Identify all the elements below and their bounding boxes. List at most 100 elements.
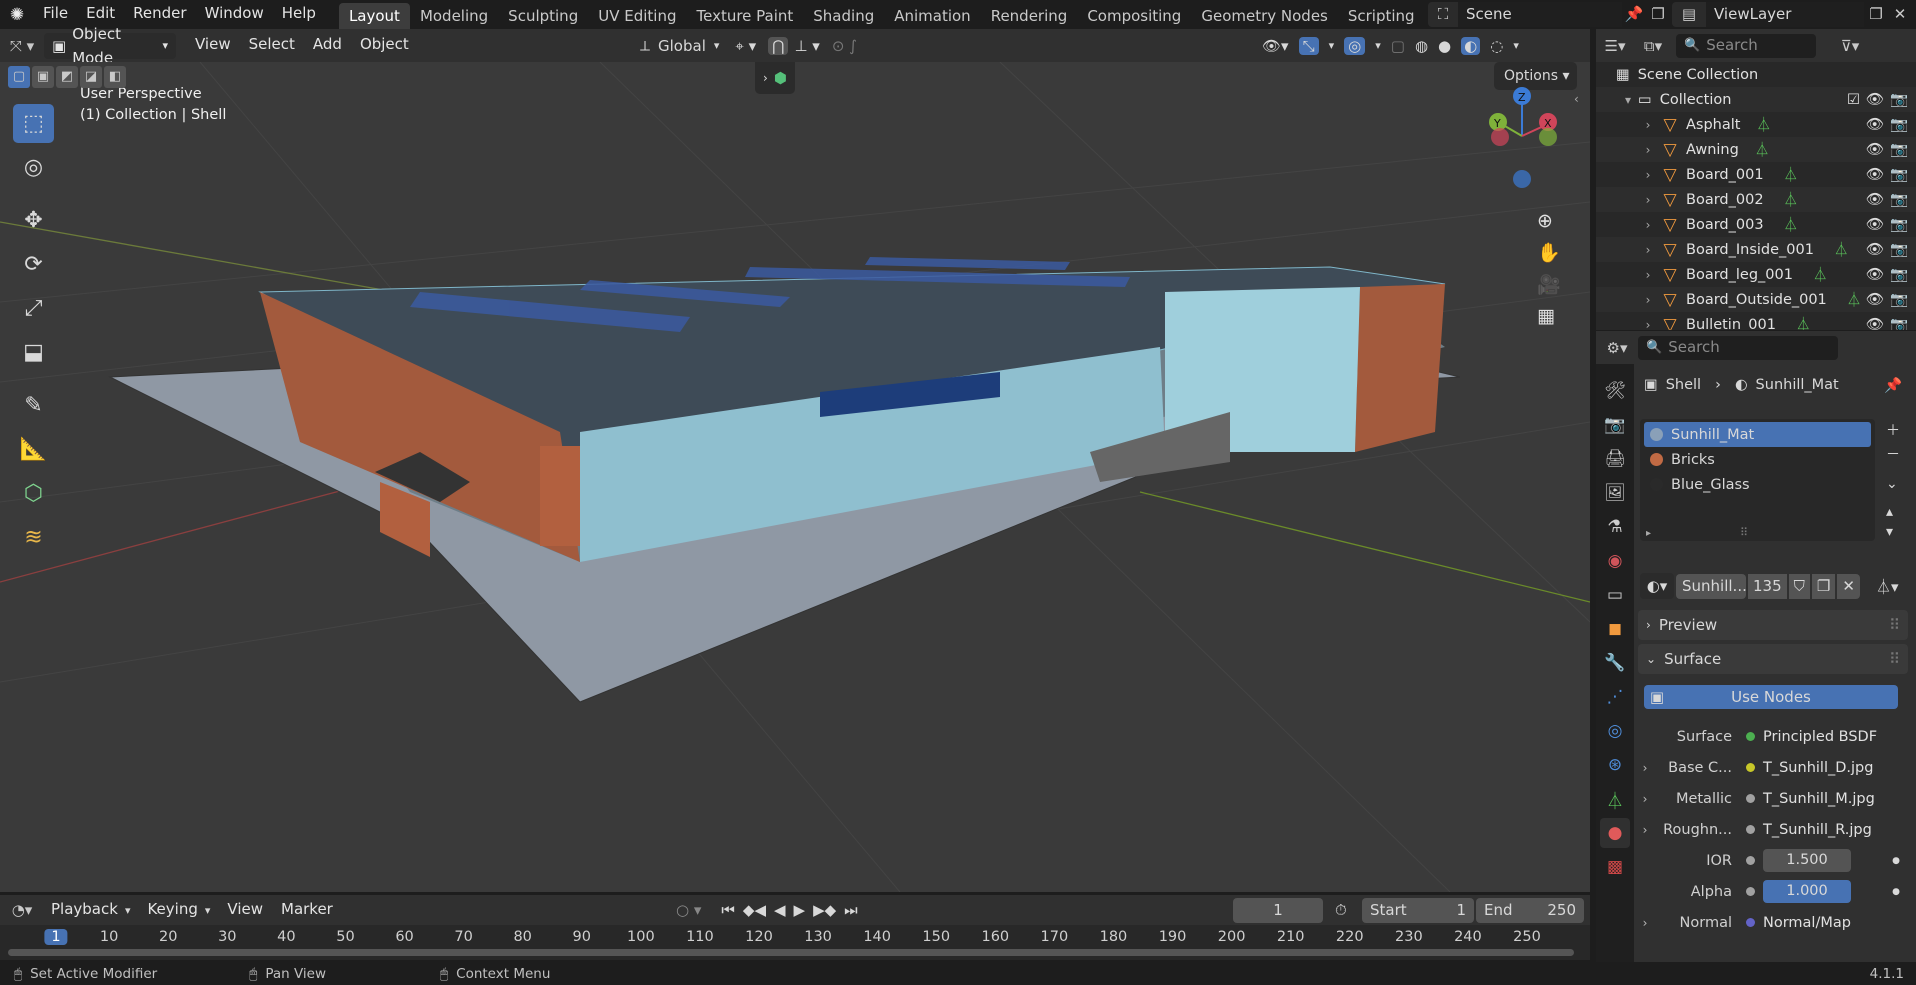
tab-texture-paint[interactable]: Texture Paint: [686, 3, 803, 29]
socket-icon[interactable]: [1746, 794, 1755, 803]
3d-viewport[interactable]: User Perspective (1) Collection | Shell …: [0, 62, 1590, 892]
timeline-editor-icon[interactable]: ◔▾: [0, 901, 44, 919]
slot-specials-icon[interactable]: ⌄: [1886, 476, 1900, 492]
material-slot[interactable]: Blue_Glass: [1644, 472, 1871, 497]
annotate-tool-icon[interactable]: ✎: [13, 386, 54, 425]
property-value-slider[interactable]: 1.000: [1763, 880, 1851, 903]
eye-icon[interactable]: 👁: [1866, 291, 1884, 308]
jump-start-icon[interactable]: ⏮: [721, 901, 735, 919]
keyframe-dot-icon[interactable]: ●: [1892, 887, 1900, 897]
grease-pencil-tool-icon[interactable]: ≋: [13, 518, 54, 557]
orientation-dropdown[interactable]: Global: [658, 37, 706, 55]
jump-end-icon[interactable]: ⏭: [844, 901, 858, 919]
navigation-gizmo[interactable]: Z Y X: [1470, 82, 1580, 192]
use-nodes-button[interactable]: ▣ Use Nodes: [1644, 685, 1898, 709]
chevron-right-icon[interactable]: ›: [1638, 218, 1658, 232]
scene-name-field[interactable]: Scene: [1458, 1, 1622, 27]
list-resize-icon[interactable]: ⠿: [1740, 526, 1748, 539]
outliner-item[interactable]: › ▽ Board_Outside_001 ⏃ 👁 📷: [1596, 287, 1916, 312]
tab-modeling[interactable]: Modeling: [410, 3, 498, 29]
outliner-item[interactable]: › ▽ Asphalt ⏃ 👁 📷: [1596, 112, 1916, 137]
ortho-grid-icon[interactable]: ▦: [1537, 305, 1561, 327]
tab-compositing[interactable]: Compositing: [1077, 3, 1191, 29]
camera-icon[interactable]: 📷: [1890, 141, 1908, 158]
chevron-right-icon[interactable]: ›: [1638, 268, 1658, 282]
select-intersect-icon[interactable]: ◧: [104, 66, 126, 88]
list-expand-icon[interactable]: ▸: [1646, 528, 1651, 539]
properties-search-field[interactable]: 🔍 Search: [1638, 335, 1838, 360]
collection-row[interactable]: ▾ ▭ Collection ☑ 👁 📷: [1596, 87, 1916, 112]
snap-target-icon[interactable]: ⊥ ▾: [794, 37, 819, 55]
property-link-value[interactable]: T_Sunhill_D.jpg: [1763, 760, 1873, 776]
texture-props-icon[interactable]: ▩: [1600, 852, 1630, 882]
menu-window[interactable]: Window: [196, 0, 273, 29]
xray-icon[interactable]: ▢: [1391, 37, 1405, 55]
stopwatch-icon[interactable]: ⏱: [1335, 901, 1347, 919]
snapping-tools-icon[interactable]: ⬢: [774, 69, 787, 87]
eye-icon[interactable]: 👁: [1866, 91, 1884, 108]
eye-icon[interactable]: 👁: [1866, 141, 1884, 158]
add-slot-icon[interactable]: ＋: [1886, 420, 1900, 440]
tool-settings-icon[interactable]: 🛠: [1600, 376, 1630, 406]
scale-tool-icon[interactable]: ⤢: [13, 289, 54, 328]
chevron-right-icon[interactable]: ›: [1638, 318, 1658, 331]
unlink-material-icon[interactable]: ✕: [1837, 573, 1860, 599]
new-scene-icon[interactable]: ❐: [1646, 5, 1670, 23]
object-props-icon[interactable]: ◼: [1600, 614, 1630, 644]
current-frame-field[interactable]: 1: [1233, 897, 1323, 923]
collection-props-icon[interactable]: ▭: [1600, 580, 1630, 610]
cursor-tool-icon[interactable]: ◎: [13, 148, 54, 187]
chevron-right-icon[interactable]: ›: [1634, 792, 1656, 806]
viewport-menu-add[interactable]: Add: [304, 31, 351, 60]
chevron-right-icon[interactable]: ›: [763, 71, 768, 85]
camera-icon[interactable]: 📷: [1890, 316, 1908, 330]
editor-type-icon[interactable]: ⤧ ▾: [0, 37, 44, 55]
end-frame-field[interactable]: End 250: [1476, 897, 1584, 923]
pan-hand-icon[interactable]: ✋: [1537, 241, 1561, 264]
user-count[interactable]: 135: [1748, 573, 1787, 599]
socket-icon[interactable]: [1746, 763, 1755, 772]
eye-icon[interactable]: 👁: [1866, 191, 1884, 208]
timeline-scrollbar[interactable]: [8, 949, 1574, 956]
material-browse-icon[interactable]: ◐▾: [1640, 573, 1674, 599]
viewport-menu-view[interactable]: View: [186, 31, 240, 60]
timeline-ruler[interactable]: 1 10 20 30 40 50 60 70 80 90 100 110 120 130 140 150 160…: [0, 925, 1590, 960]
material-slot[interactable]: Bricks: [1644, 447, 1871, 472]
outliner-item[interactable]: › ▽ Board_leg_001 ⏃ 👁 📷: [1596, 262, 1916, 287]
select-invert-icon[interactable]: ◪: [80, 66, 102, 88]
camera-icon[interactable]: 📷: [1890, 266, 1908, 283]
outliner-editor-icon[interactable]: ☰▾: [1596, 37, 1634, 55]
eye-icon[interactable]: 👁: [1866, 241, 1884, 258]
chevron-right-icon[interactable]: ›: [1638, 168, 1658, 182]
start-frame-field[interactable]: Start 1: [1362, 897, 1474, 923]
eye-icon[interactable]: 👁: [1866, 216, 1884, 233]
property-link-value[interactable]: Normal/Map: [1763, 915, 1851, 931]
chevron-right-icon[interactable]: ›: [1638, 143, 1658, 157]
delete-view-layer-icon[interactable]: ✕: [1888, 5, 1912, 23]
gizmo-dropdown-icon[interactable]: ▾: [1329, 39, 1335, 52]
tab-sculpting[interactable]: Sculpting: [498, 3, 588, 29]
tab-scripting[interactable]: Scripting: [1338, 3, 1425, 29]
chevron-right-icon[interactable]: ›: [1638, 193, 1658, 207]
viewport-menu-select[interactable]: Select: [240, 31, 304, 60]
camera-icon[interactable]: 📷: [1890, 116, 1908, 133]
gizmo-toggle-icon[interactable]: ⤡: [1298, 36, 1319, 55]
menu-file[interactable]: File: [34, 0, 77, 29]
material-slot[interactable]: Sunhill_Mat: [1644, 422, 1871, 447]
outliner-item[interactable]: › ▽ Board_002 ⏃ 👁 📷: [1596, 187, 1916, 212]
tab-uv-editing[interactable]: UV Editing: [588, 3, 686, 29]
chevron-down-icon[interactable]: ▾: [1618, 93, 1638, 107]
move-tool-icon[interactable]: ✥: [13, 201, 54, 240]
property-link-value[interactable]: Principled BSDF: [1763, 729, 1877, 745]
outliner-search-field[interactable]: 🔍 Search: [1676, 33, 1816, 58]
tab-rendering[interactable]: Rendering: [981, 3, 1078, 29]
snap-icon[interactable]: ⋂: [768, 36, 789, 55]
add-cube-tool-icon[interactable]: ⬡: [13, 474, 54, 513]
render-icon[interactable]: 📷: [1600, 410, 1630, 440]
prev-keyframe-icon[interactable]: ◆◀: [743, 901, 766, 919]
physics-icon[interactable]: ◎: [1600, 716, 1630, 746]
chevron-right-icon[interactable]: ›: [1634, 916, 1656, 930]
drag-handle-icon[interactable]: ⠿: [1889, 616, 1900, 634]
view-layer-props-icon[interactable]: 🖼: [1600, 478, 1630, 508]
proportional-edit-icon[interactable]: ⊙ ∫: [832, 37, 857, 55]
